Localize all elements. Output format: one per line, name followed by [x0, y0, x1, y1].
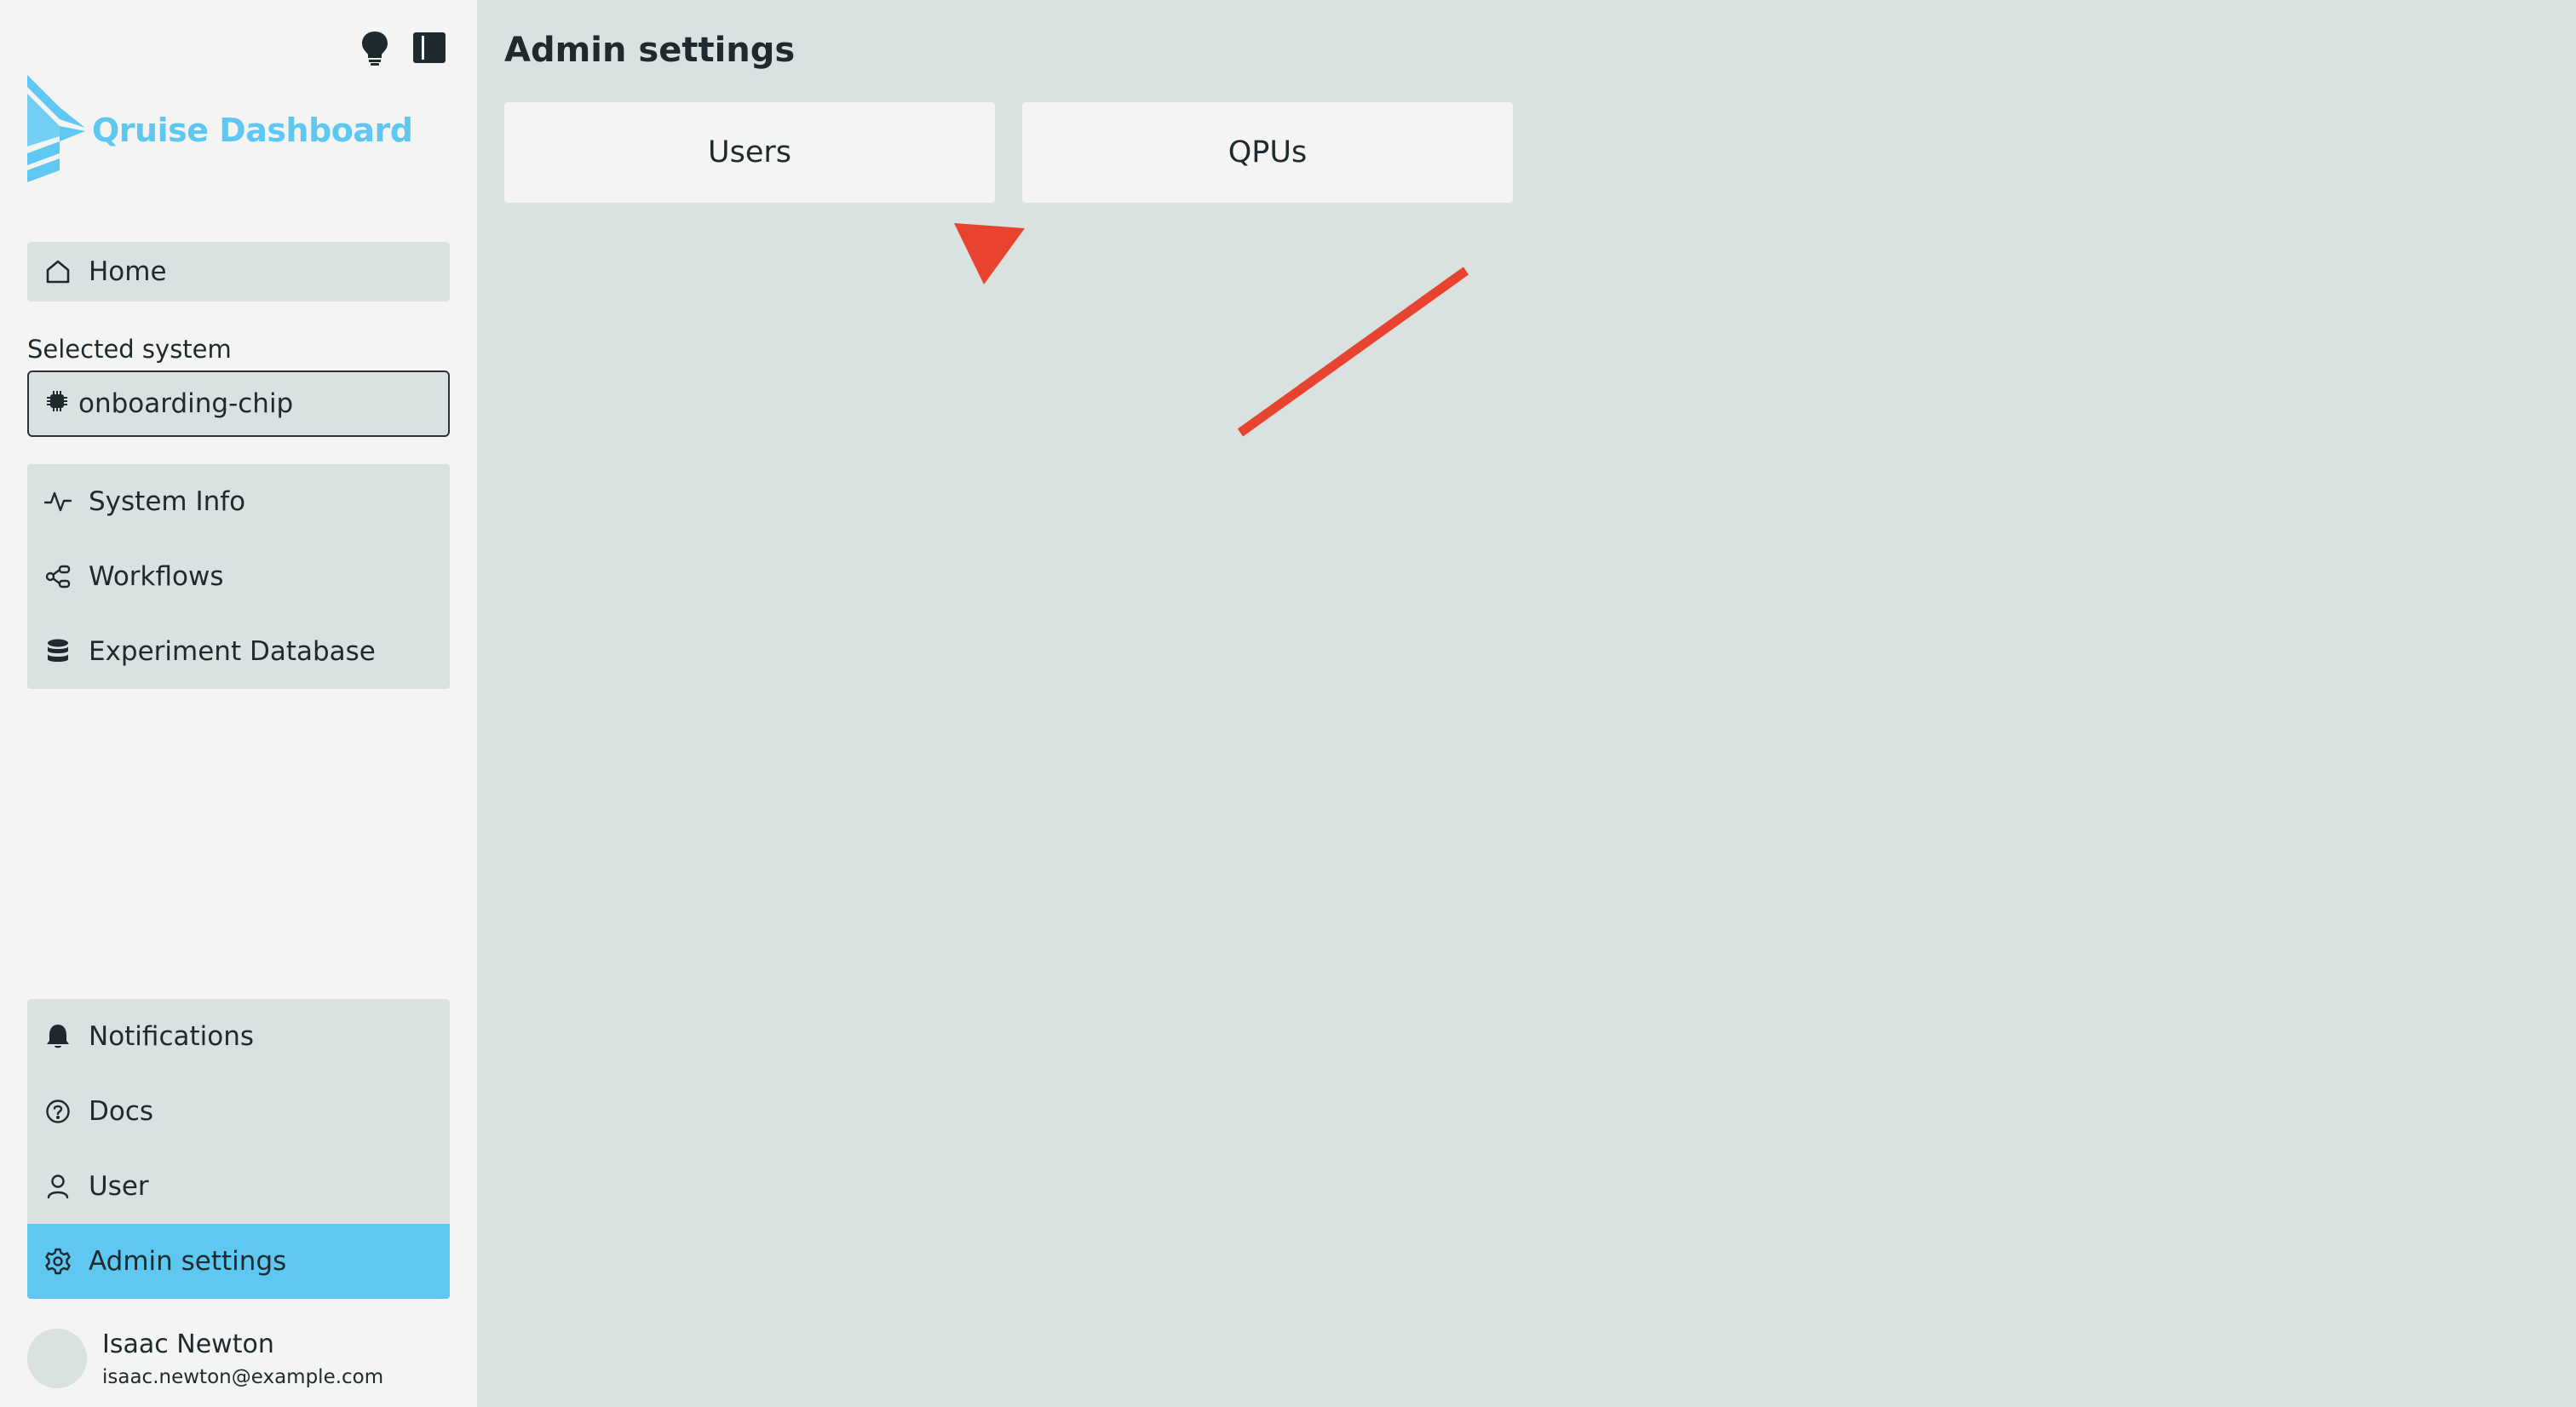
user-icon — [44, 1173, 72, 1200]
app-name: Qruise Dashboard — [92, 112, 413, 149]
lightbulb-icon[interactable] — [356, 29, 394, 66]
selected-system-label: Selected system — [27, 335, 232, 364]
sidebar-item-label: System Info — [89, 486, 246, 517]
home-icon — [44, 258, 72, 285]
sidebar-item-admin-settings[interactable]: Admin settings — [27, 1224, 450, 1299]
user-name: Isaac Newton — [102, 1329, 274, 1359]
sidebar-item-docs[interactable]: Docs — [27, 1074, 450, 1149]
sidebar-item-system-info[interactable]: System Info — [27, 464, 450, 539]
user-details: Isaac Newton isaac.newton@example.com — [102, 1329, 383, 1388]
sidebar-toggle-icon[interactable] — [411, 29, 448, 66]
sidebar-item-label: Workflows — [89, 561, 224, 592]
sidebar-item-label: Notifications — [89, 1021, 255, 1052]
workflow-icon — [44, 563, 72, 590]
page-title: Admin settings — [504, 31, 796, 70]
sidebar-item-experiment-database[interactable]: Experiment Database — [27, 614, 450, 689]
selected-system-value: onboarding-chip — [78, 388, 294, 419]
sidebar-item-workflows[interactable]: Workflows — [27, 539, 450, 614]
database-icon — [44, 638, 72, 665]
qruise-logo-icon — [27, 75, 85, 182]
user-email: isaac.newton@example.com — [102, 1365, 384, 1388]
system-selector[interactable]: onboarding-chip — [27, 370, 450, 437]
avatar — [27, 1329, 87, 1388]
users-card[interactable]: Users — [504, 102, 995, 203]
annotation-arrow — [954, 223, 1469, 437]
sidebar-item-label: Docs — [89, 1096, 154, 1127]
help-circle-icon — [44, 1098, 72, 1125]
bell-icon — [44, 1023, 72, 1050]
system-nav-group: System Info Workflows Experiment Databas… — [27, 464, 450, 689]
sidebar-item-label: Home — [89, 256, 167, 287]
chip-icon — [46, 388, 68, 419]
app-logo[interactable]: Qruise Dashboard — [26, 75, 413, 186]
sidebar-item-notifications[interactable]: Notifications — [27, 999, 450, 1074]
home-nav-group: Home — [27, 242, 450, 302]
qpus-card[interactable]: QPUs — [1022, 102, 1513, 203]
main-content: Admin settings Users QPUs — [477, 0, 2576, 1407]
sidebar-top-icons — [356, 29, 448, 66]
app-window: Qruise Dashboard Home Selected system on… — [0, 0, 2576, 1407]
user-card[interactable]: Isaac Newton isaac.newton@example.com — [27, 1329, 383, 1388]
sidebar-item-label: User — [89, 1171, 149, 1202]
sidebar-item-label: Experiment Database — [89, 636, 376, 667]
activity-icon — [44, 488, 72, 515]
bottom-nav-group: Notifications Docs User Admin settings — [27, 999, 450, 1299]
sidebar-item-user[interactable]: User — [27, 1149, 450, 1224]
sidebar-item-label: Admin settings — [89, 1246, 287, 1277]
sidebar-item-home[interactable]: Home — [27, 242, 450, 302]
sidebar: Qruise Dashboard Home Selected system on… — [0, 0, 477, 1407]
gear-icon — [44, 1248, 72, 1275]
